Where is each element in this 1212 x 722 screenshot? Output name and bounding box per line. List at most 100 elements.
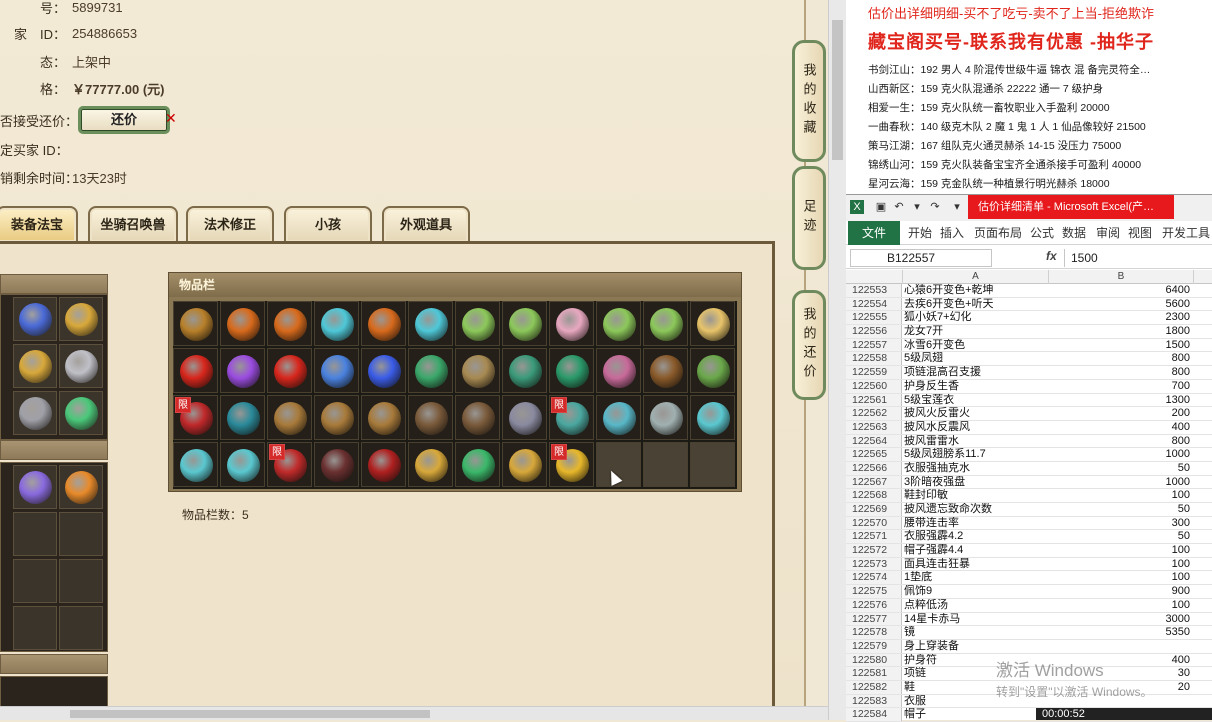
cell-b[interactable]: 100 [1048,599,1192,613]
inventory-slot[interactable] [314,348,359,393]
row-number[interactable]: 122573 [846,557,902,571]
column-b-header[interactable]: B [1048,270,1194,284]
row-number[interactable]: 122572 [846,544,902,557]
inventory-slot[interactable] [455,348,500,393]
row-number[interactable]: 122569 [846,503,902,516]
ribbon-tab[interactable]: 开始 [908,221,932,245]
cell-b[interactable]: 300 [1048,517,1192,531]
inventory-slot[interactable]: 限 [549,395,594,440]
row-number[interactable]: 122565 [846,448,902,461]
row-number[interactable]: 122561 [846,393,902,407]
cell-a[interactable]: 冰雪6开变色 [904,339,1046,353]
row-number[interactable]: 122567 [846,475,902,489]
row-number[interactable]: 122559 [846,366,902,379]
cell-b[interactable]: 200 [1048,407,1192,421]
inventory-slot[interactable] [690,348,735,393]
extra-slot[interactable] [59,512,103,556]
counter-offer-button[interactable]: 还价 [78,106,170,134]
cell-a[interactable]: 14星卡赤马 [904,613,1046,627]
inventory-slot[interactable] [455,301,500,346]
ribbon-tab[interactable]: 数据 [1062,221,1086,245]
inventory-slot[interactable] [314,395,359,440]
name-box[interactable]: B122557 [850,249,992,267]
row-number[interactable]: 122570 [846,516,902,530]
customize-icon[interactable]: ▾ [950,200,964,214]
cell-b[interactable]: 100 [1048,489,1192,503]
equip-slot[interactable] [59,297,103,341]
scrollbar-thumb[interactable] [832,20,843,160]
cell-b[interactable]: 3000 [1048,613,1192,627]
cell-b[interactable]: 800 [1048,352,1192,366]
inventory-slot[interactable] [361,442,406,487]
inventory-slot[interactable] [502,348,547,393]
cell-a[interactable]: 披风火反雷火 [904,407,1046,421]
tab-0[interactable]: 装备法宝 [0,206,78,242]
cell-b[interactable]: 800 [1048,366,1192,380]
cell-b[interactable]: 100 [1048,571,1192,585]
horizontal-scrollbar[interactable] [0,706,828,720]
tab-3[interactable]: 小孩 [284,206,372,242]
cell-a[interactable]: 5级凤翅膀系11.7 [904,448,1046,462]
cell-b[interactable]: 1500 [1048,339,1192,353]
cell-a[interactable]: 镜 [904,626,1046,640]
cell-a[interactable]: 护身反生香 [904,380,1046,394]
cell-a[interactable]: 龙女7开 [904,325,1046,339]
inventory-slot[interactable]: 限 [549,442,594,487]
save-icon[interactable]: ▣ [874,200,888,214]
cell-b[interactable]: 900 [1048,585,1192,599]
redo-icon[interactable]: ↷ [928,200,942,214]
row-number[interactable]: 122560 [846,379,902,393]
row-number[interactable]: 122579 [846,639,902,653]
inventory-slot[interactable] [314,442,359,487]
inventory-slot[interactable] [643,395,688,440]
row-number[interactable]: 122557 [846,338,902,352]
row-number[interactable]: 122575 [846,585,902,598]
ribbon-tab[interactable]: 公式 [1030,221,1054,245]
ribbon-tab[interactable]: 视图 [1128,221,1152,245]
inventory-slot[interactable] [596,301,641,346]
cell-b[interactable]: 1000 [1048,448,1192,462]
scrollbar-thumb[interactable] [70,710,430,718]
inventory-slot[interactable] [596,395,641,440]
cell-a[interactable]: 披风雷雷水 [904,435,1046,449]
cell-a[interactable]: 衣服强抽克水 [904,462,1046,476]
inventory-slot[interactable] [455,442,500,487]
inventory-slot[interactable] [455,395,500,440]
cell-a[interactable]: 狐小妖7+幻化 [904,311,1046,325]
inventory-slot[interactable] [267,301,312,346]
equip-slot[interactable] [13,344,57,388]
vertical-scrollbar[interactable] [828,0,846,720]
inventory-slot[interactable] [173,442,218,487]
cell-b[interactable]: 1000 [1048,476,1192,490]
ribbon-tab[interactable]: 开发工具 [1162,221,1210,245]
equip-slot[interactable] [59,391,103,435]
inventory-slot[interactable] [361,301,406,346]
extra-slot[interactable] [59,606,103,650]
row-number[interactable]: 122581 [846,667,902,680]
tab-1[interactable]: 坐骑召唤兽 [88,206,178,242]
inventory-slot[interactable] [596,348,641,393]
extra-slot[interactable] [13,559,57,603]
cell-a[interactable]: 衣服强霹4.2 [904,530,1046,544]
close-icon[interactable]: ✕ [165,110,177,127]
row-number[interactable]: 122553 [846,284,902,297]
inventory-slot[interactable] [173,348,218,393]
side-tab-0[interactable]: 我的收藏 [792,40,826,162]
cell-b[interactable]: 50 [1048,503,1192,517]
inventory-slot[interactable] [314,301,359,346]
formula-input[interactable]: 1500 [1064,249,1210,267]
row-number[interactable]: 122566 [846,461,902,475]
inventory-slot[interactable] [220,395,265,440]
inventory-slot[interactable]: 限 [267,442,312,487]
row-number[interactable]: 122558 [846,352,902,366]
column-a-header[interactable]: A [902,270,1048,284]
inventory-slot[interactable] [549,348,594,393]
inventory-slot[interactable] [408,395,453,440]
cell-b[interactable]: 100 [1048,544,1192,558]
cell-b[interactable]: 400 [1048,421,1192,435]
inventory-slot[interactable] [502,301,547,346]
cell-b[interactable]: 1300 [1048,394,1192,408]
inventory-slot[interactable] [690,395,735,440]
chevron-down-icon[interactable]: ▾ [910,200,924,214]
inventory-slot[interactable] [267,348,312,393]
